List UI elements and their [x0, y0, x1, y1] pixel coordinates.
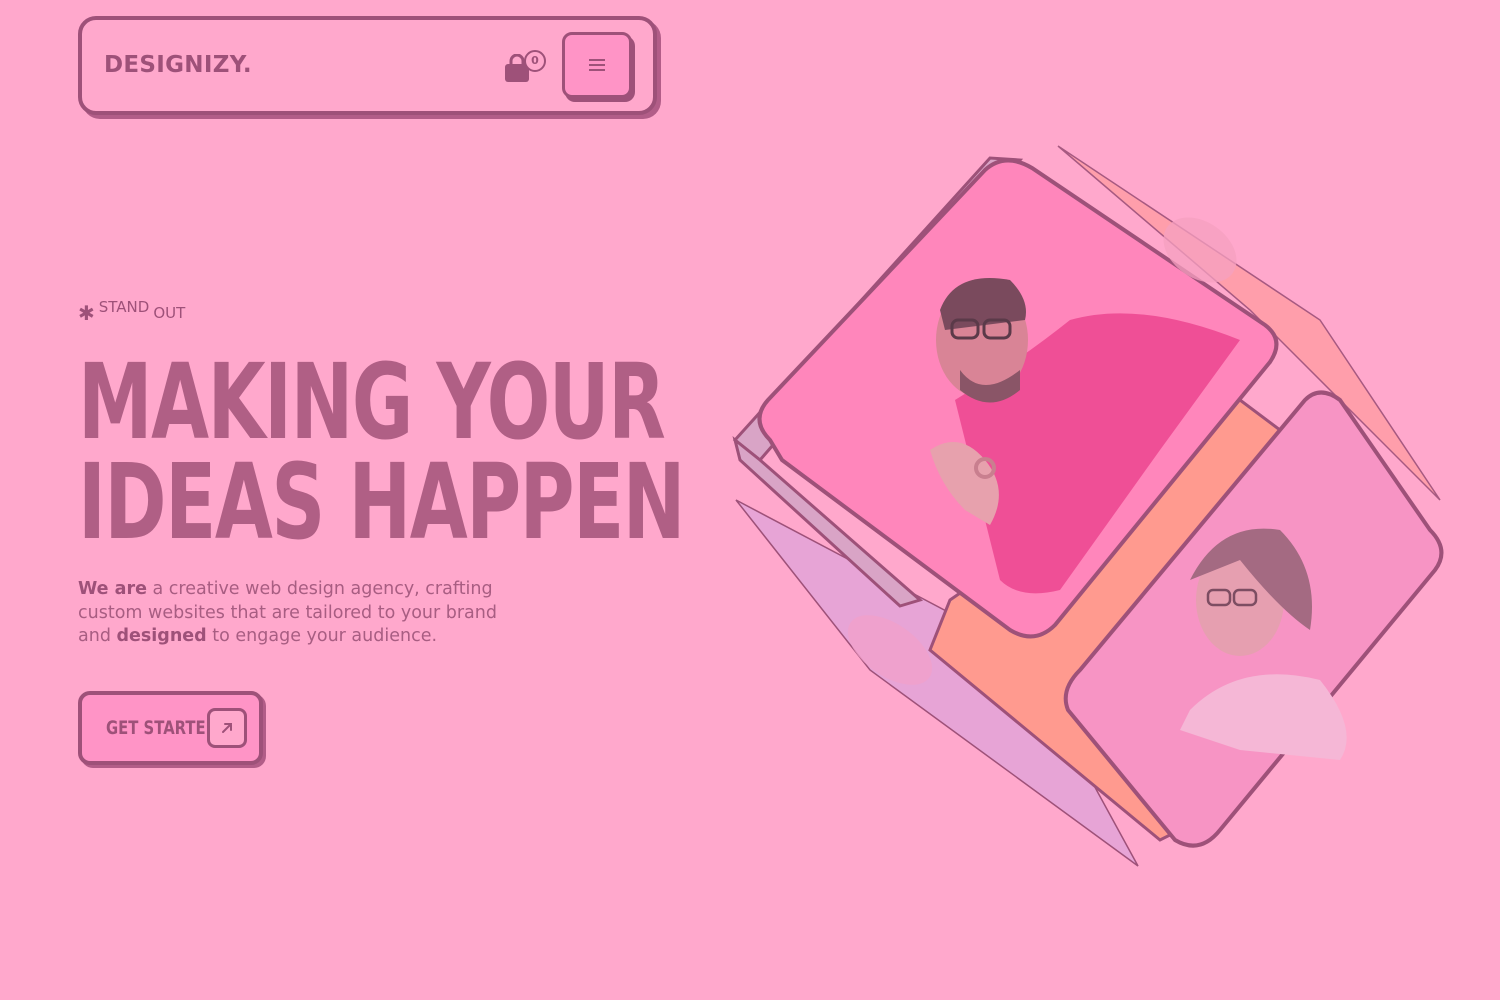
menu-button[interactable] — [562, 32, 632, 98]
eyebrow-word-stand: STAND — [98, 298, 150, 316]
top-nav-bar: DESIGNIZY. 0 — [78, 16, 657, 115]
hamburger-menu-icon — [589, 59, 605, 71]
get-started-button[interactable]: GET STARTED — [78, 691, 263, 765]
cart-count-badge: 0 — [524, 50, 546, 72]
arrow-up-right-icon — [207, 708, 247, 748]
cart-button[interactable]: 0 — [504, 48, 552, 84]
desc-text-2: to engage your audience. — [206, 626, 438, 646]
hero-eyebrow: ✱ STAND OUT — [78, 298, 186, 325]
get-started-label: GET STARTED — [106, 717, 218, 739]
hero-cube-illustration — [732, 145, 1444, 867]
brand-logo[interactable]: DESIGNIZY. — [104, 52, 252, 78]
landing-page: DESIGNIZY. 0 ✱ STAND OUT MAKING YOUR IDE… — [0, 0, 1500, 1000]
headline-line-1: MAKING YOUR — [78, 341, 666, 463]
desc-bold-designed: designed — [116, 626, 207, 646]
headline-line-2: IDEAS HAPPEN — [78, 441, 685, 563]
hero-description: We are a creative web design agency, cra… — [78, 578, 528, 649]
asterisk-icon: ✱ — [78, 301, 95, 325]
desc-bold-we-are: We are — [78, 579, 147, 599]
hero-headline: MAKING YOUR IDEAS HAPPEN — [78, 341, 685, 563]
eyebrow-word-out: OUT — [153, 304, 186, 322]
